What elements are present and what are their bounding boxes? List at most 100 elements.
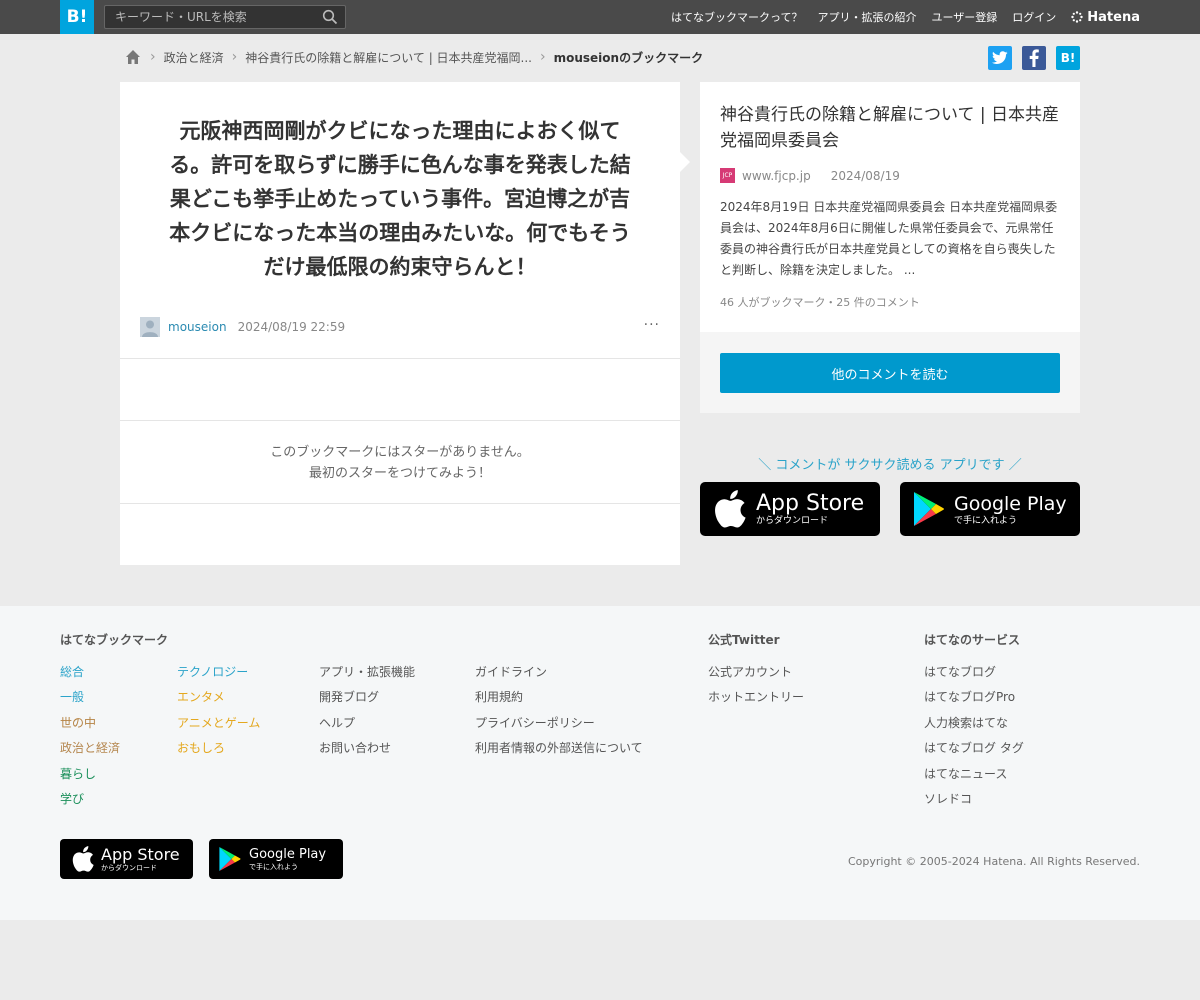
nav-register[interactable]: ユーザー登録	[932, 9, 998, 25]
entry-date: 2024/08/19	[830, 168, 900, 183]
google-play-icon	[914, 492, 944, 526]
bookmark-card: 元阪神西岡剛がクビになった理由によおく似てる。許可を取らずに勝手に色んな事を発表…	[120, 82, 680, 565]
google-play-title: Google Play	[954, 492, 1067, 515]
no-star-message: このブックマークにはスターがありません。 最初のスターをつけてみよう！	[120, 442, 680, 484]
breadcrumb-current: mouseionのブックマーク	[553, 50, 704, 65]
footer-link-blog-pro[interactable]: はてなブログPro	[924, 688, 1024, 706]
nav-about[interactable]: はてなブックマークって？	[671, 9, 802, 25]
footer-link-yononaka[interactable]: 世の中	[60, 714, 120, 732]
top-bar: B! はてなブックマークって？ アプリ・拡張の紹介 ユーザー登録 ログイン Ha…	[0, 0, 1200, 34]
footer-services-links: はてなブログ はてなブログPro 人力検索はてな はてなブログ タグ はてなニュ…	[924, 663, 1024, 808]
card-pointer	[680, 152, 690, 172]
more-options-icon[interactable]: ···	[644, 317, 660, 333]
nav-apps[interactable]: アプリ・拡張の紹介	[818, 9, 917, 25]
entry-description: 2024年8月19日 日本共産党福岡県委員会 日本共産党福岡県委員会は、2024…	[720, 200, 1058, 277]
nav-login[interactable]: ログイン	[1012, 9, 1056, 25]
footer-google-play-badge[interactable]: Google Play で手に入れよう	[209, 839, 343, 879]
footer-link-seiji[interactable]: 政治と経済	[60, 739, 120, 757]
footer-heading-bookmark: はてなブックマーク	[60, 633, 169, 647]
twitter-icon	[992, 51, 1008, 64]
google-play-icon	[219, 847, 241, 871]
bookmark-meta: mouseion 2024/08/19 22:59 ···	[140, 317, 660, 337]
footer-link-guideline[interactable]: ガイドライン	[475, 663, 643, 681]
hatena-bookmark-share-button[interactable]: B!	[1056, 46, 1080, 70]
footer-link-devblog[interactable]: 開発ブログ	[319, 688, 415, 706]
footer-link-news[interactable]: はてなニュース	[924, 765, 1024, 783]
footer-google-play-subtitle: で手に入れよう	[249, 862, 298, 871]
search-icon[interactable]	[322, 9, 338, 25]
footer-link-tech[interactable]: テクノロジー	[177, 663, 260, 681]
footer-categories-col2: テクノロジー エンタメ アニメとゲーム おもしろ	[177, 663, 260, 758]
hatena-logo[interactable]: Hatena	[1071, 10, 1140, 25]
share-buttons: B!	[988, 46, 1080, 70]
footer-link-contact[interactable]: お問い合わせ	[319, 739, 415, 757]
divider	[120, 503, 680, 504]
footer-link-kurashi[interactable]: 暮らし	[60, 765, 120, 783]
footer-link-blog[interactable]: はてなブログ	[924, 663, 1024, 681]
home-icon[interactable]	[124, 48, 142, 66]
google-play-badge[interactable]: Google Play で手に入れよう	[900, 482, 1080, 536]
no-star-line-2: 最初のスターをつけてみよう！	[308, 466, 491, 481]
footer-link-privacy[interactable]: プライバシーポリシー	[475, 714, 643, 732]
footer-app-store-badge[interactable]: App Store からダウンロード	[60, 839, 193, 879]
copyright: Copyright © 2005-2024 Hatena. All Rights…	[847, 855, 1140, 868]
footer-link-apps[interactable]: アプリ・拡張機能	[319, 663, 415, 681]
footer-links-col4: ガイドライン 利用規約 プライバシーポリシー 利用者情報の外部送信について	[475, 663, 643, 758]
apple-icon	[72, 846, 94, 872]
app-store-badge[interactable]: App Store からダウンロード	[700, 482, 880, 536]
app-store-title: App Store	[756, 490, 865, 516]
footer-link-omoshiro[interactable]: おもしろ	[177, 739, 260, 757]
footer-link-entame[interactable]: エンタメ	[177, 688, 260, 706]
chevron-right-icon: ›	[540, 49, 546, 65]
no-star-line-1: このブックマークにはスターがありません。	[270, 445, 530, 460]
footer: はてなブックマーク 総合 一般 世の中 政治と経済 暮らし 学び テクノロジー …	[0, 606, 1200, 920]
footer-link-ippan[interactable]: 一般	[60, 688, 120, 706]
site-favicon-icon: JCP	[720, 168, 735, 183]
app-store-subtitle: からダウンロード	[756, 515, 829, 526]
breadcrumb-entry[interactable]: 神谷貴行氏の除籍と解雇について | 日本共産党福岡...	[245, 49, 532, 66]
username-link[interactable]: mouseion	[168, 320, 227, 334]
hatena-bookmark-logo[interactable]: B!	[60, 0, 94, 34]
facebook-share-button[interactable]	[1022, 46, 1046, 70]
user-icon	[142, 320, 158, 337]
footer-google-play-title: Google Play	[249, 846, 327, 862]
breadcrumb: › 政治と経済 › 神谷貴行氏の除籍と解雇について | 日本共産党福岡... ›…	[124, 46, 703, 68]
footer-links-col3: アプリ・拡張機能 開発ブログ ヘルプ お問い合わせ	[319, 663, 415, 758]
site-domain[interactable]: www.fjcp.jp	[742, 169, 811, 183]
footer-link-sogo[interactable]: 総合	[60, 663, 120, 681]
top-nav: はてなブックマークって？ アプリ・拡張の紹介 ユーザー登録 ログイン Haten…	[671, 0, 1140, 34]
app-promo-text: ＼ コメントが サクサク読める アプリです ／	[758, 458, 1022, 473]
footer-link-official-account[interactable]: 公式アカウント	[708, 663, 804, 681]
footer-link-blog-tag[interactable]: はてなブログ タグ	[924, 739, 1024, 757]
search-input[interactable]	[105, 6, 315, 28]
chevron-right-icon: ›	[231, 49, 238, 65]
footer-heading-twitter: 公式Twitter	[708, 633, 780, 647]
footer-heading-services: はてなのサービス	[924, 633, 1021, 647]
entry-title[interactable]: 神谷貴行氏の除籍と解雇について | 日本共産党福岡県委員会	[720, 102, 1070, 154]
breadcrumb-category[interactable]: 政治と経済	[164, 49, 224, 66]
footer-app-store-subtitle: からダウンロード	[101, 863, 157, 872]
read-comments-button[interactable]: 他のコメントを読む	[720, 353, 1060, 393]
avatar[interactable]	[140, 317, 160, 337]
twitter-share-button[interactable]	[988, 46, 1012, 70]
entry-site: JCP www.fjcp.jp 2024/08/19	[720, 168, 900, 183]
footer-link-hot-entry[interactable]: ホットエントリー	[708, 688, 804, 706]
bookmark-comment: 元阪神西岡剛がクビになった理由によおく似てる。許可を取らずに勝手に色んな事を発表…	[169, 119, 631, 279]
footer-link-help[interactable]: ヘルプ	[319, 714, 415, 732]
footer-categories-col1: 総合 一般 世の中 政治と経済 暮らし 学び	[60, 663, 120, 808]
footer-link-external-transmission[interactable]: 利用者情報の外部送信について	[475, 739, 643, 757]
footer-link-soredoko[interactable]: ソレドコ	[924, 790, 1024, 808]
divider	[120, 358, 680, 359]
entry-card-body: 神谷貴行氏の除籍と解雇について | 日本共産党福岡県委員会 JCP www.fj…	[700, 82, 1080, 332]
facebook-icon	[1029, 49, 1039, 67]
hatena-dots-icon	[1071, 11, 1083, 23]
footer-link-jinriki[interactable]: 人力検索はてな	[924, 714, 1024, 732]
search-box	[104, 5, 346, 29]
divider	[120, 420, 680, 421]
footer-link-terms[interactable]: 利用規約	[475, 688, 643, 706]
footer-link-manabi[interactable]: 学び	[60, 790, 120, 808]
footer-twitter-links: 公式アカウント ホットエントリー	[708, 663, 804, 707]
footer-link-anime[interactable]: アニメとゲーム	[177, 714, 260, 732]
footer-app-store-title: App Store	[101, 844, 180, 864]
entry-counts[interactable]: 46 人がブックマーク・25 件のコメント	[720, 294, 920, 310]
